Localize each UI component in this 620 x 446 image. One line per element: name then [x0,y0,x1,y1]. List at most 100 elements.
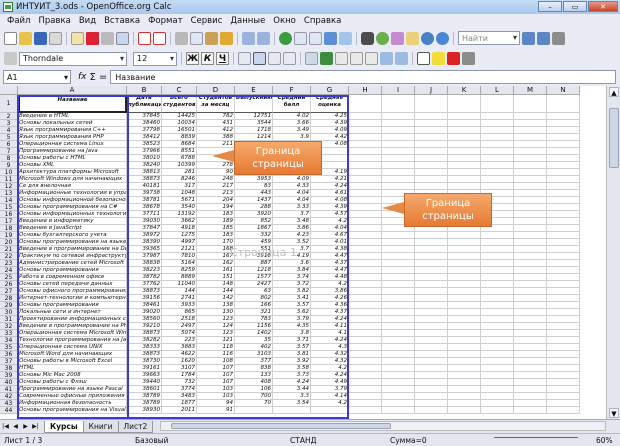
table-cell[interactable] [349,400,382,407]
row-header[interactable]: 43 [0,400,18,407]
table-cell[interactable] [382,253,415,260]
table-cell[interactable] [481,316,514,323]
header-cell[interactable]: Выпускников [235,95,273,113]
table-cell[interactable]: 38223 [127,267,162,274]
table-cell[interactable] [415,337,448,344]
table-cell[interactable] [481,260,514,267]
table-cell[interactable] [415,134,448,141]
table-cell[interactable]: 183 [197,232,235,239]
table-cell[interactable]: 4.09 [311,127,349,134]
table-cell[interactable]: 94 [197,400,235,407]
table-cell[interactable] [547,337,580,344]
zoom-icon[interactable] [421,31,434,45]
zoom-level[interactable]: 60% [596,436,613,445]
table-cell[interactable]: 3.73 [273,372,311,379]
table-cell[interactable] [448,358,481,365]
menu-help[interactable]: Справка [300,16,345,26]
merge-cells-icon[interactable] [305,52,318,65]
row-header[interactable]: 40 [0,379,18,386]
table-cell[interactable]: Архитектура платформы Microsoft [18,169,127,176]
table-cell[interactable] [349,288,382,295]
table-cell[interactable] [514,197,547,204]
table-cell[interactable]: 4.14 [311,393,349,400]
table-cell[interactable] [514,253,547,260]
table-cell[interactable] [547,183,580,190]
table-cell[interactable]: 3920 [235,211,273,218]
empty-cell[interactable] [382,95,415,113]
table-cell[interactable] [448,274,481,281]
header-cell[interactable]: Средняя оценка [311,95,349,113]
table-cell[interactable]: 321 [235,309,273,316]
table-cell[interactable] [382,400,415,407]
font-color-icon[interactable] [447,52,460,65]
table-cell[interactable]: 2497 [162,323,197,330]
sum-icon[interactable]: Σ [90,72,96,83]
table-cell[interactable]: Администрирование сетей Microsoft [18,260,127,267]
table-cell[interactable] [382,386,415,393]
scroll-down-icon[interactable]: ▼ [609,408,619,418]
column-header-e[interactable]: E [235,86,273,95]
table-cell[interactable]: 3.66 [273,120,311,127]
table-cell[interactable]: 4.2 [311,281,349,288]
chart-icon[interactable] [324,31,337,45]
table-cell[interactable]: 3.49 [273,127,311,134]
column-header-g[interactable]: G [311,86,349,95]
table-cell[interactable] [547,260,580,267]
table-cell[interactable]: Информационная безопасность [18,400,127,407]
row-header[interactable]: 3 [0,120,18,127]
table-cell[interactable]: 4.33 [273,183,311,190]
table-cell[interactable] [448,407,481,414]
table-cell[interactable]: 4.47 [311,253,349,260]
table-cell[interactable] [349,295,382,302]
table-cell[interactable]: 217 [197,183,235,190]
table-cell[interactable] [415,246,448,253]
table-cell[interactable]: Основы сетей передачи данных [18,281,127,288]
table-cell[interactable] [481,302,514,309]
column-header-a[interactable]: A [18,86,127,95]
table-cell[interactable] [349,239,382,246]
table-cell[interactable] [448,393,481,400]
table-cell[interactable] [382,232,415,239]
table-cell[interactable] [382,372,415,379]
table-cell[interactable]: 123 [197,330,235,337]
table-cell[interactable] [547,351,580,358]
undo-icon[interactable] [242,31,255,45]
table-cell[interactable] [448,162,481,169]
table-cell[interactable]: 4.32 [311,351,349,358]
function-wizard-icon[interactable]: fx [78,72,87,82]
toolbar-options-icon[interactable] [552,31,565,45]
row-header[interactable]: 11 [0,176,18,183]
table-cell[interactable]: 223 [162,337,197,344]
save-icon[interactable] [34,31,47,45]
menu-insert[interactable]: Вставка [100,16,144,26]
find-input[interactable]: Найти [458,31,520,45]
row-header[interactable]: 28 [0,295,18,302]
table-cell[interactable]: 39440 [127,379,162,386]
table-cell[interactable] [349,302,382,309]
table-cell[interactable]: 144 [197,288,235,295]
table-cell[interactable]: 3.72 [273,281,311,288]
table-cell[interactable]: 6788 [162,155,197,162]
table-cell[interactable] [481,281,514,288]
find-previous-icon[interactable] [522,31,535,45]
table-cell[interactable] [382,169,415,176]
row-header[interactable]: 20 [0,239,18,246]
vertical-scrollbar[interactable]: ▲ ▼ [606,86,620,419]
table-cell[interactable] [547,225,580,232]
table-cell[interactable]: 1877 [162,400,197,407]
table-cell[interactable]: 38972 [127,232,162,239]
row-header[interactable]: 36 [0,351,18,358]
table-cell[interactable]: Основы XML [18,162,127,169]
table-cell[interactable]: Интернет-технологии и компьютерные сети [18,295,127,302]
horizontal-scrollbar[interactable] [160,421,606,431]
table-cell[interactable]: 38412 [127,134,162,141]
table-cell[interactable] [448,260,481,267]
table-cell[interactable]: 37798 [127,127,162,134]
table-cell[interactable]: 8259 [162,267,197,274]
row-header[interactable]: 2 [0,113,18,120]
table-cell[interactable]: 3.3 [273,393,311,400]
table-cell[interactable] [448,169,481,176]
table-cell[interactable] [415,323,448,330]
table-cell[interactable] [481,183,514,190]
table-cell[interactable] [547,148,580,155]
